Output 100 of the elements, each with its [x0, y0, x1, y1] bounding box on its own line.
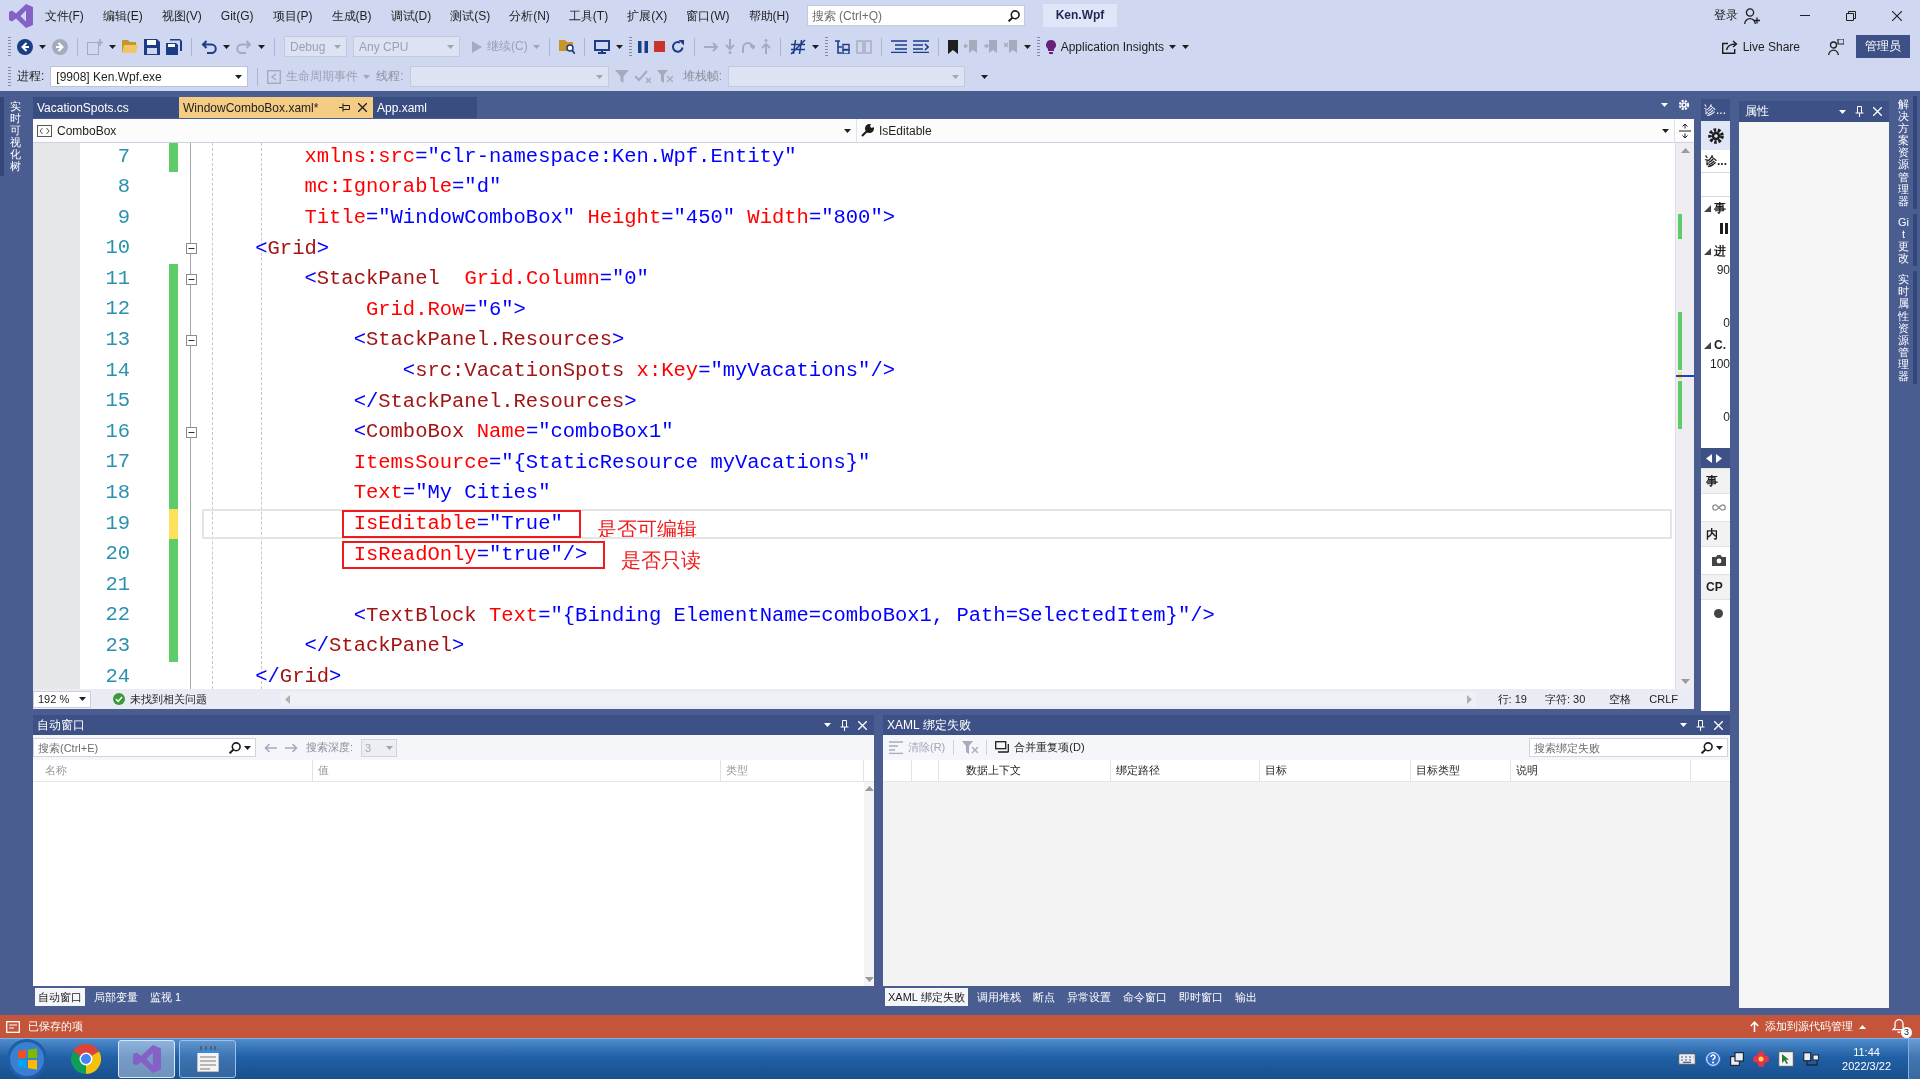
indent-icon[interactable] [890, 40, 907, 53]
side-tab[interactable]: 实时可视化树 [0, 97, 29, 176]
menu-item[interactable]: 窗口(W) [676, 5, 739, 26]
scroll-right-icon[interactable] [1716, 453, 1722, 463]
monitor-icon[interactable] [593, 39, 610, 54]
person-icon[interactable] [1828, 38, 1844, 55]
search-field[interactable]: 搜索(Ctrl+E) [33, 738, 256, 757]
back-icon[interactable] [17, 38, 33, 55]
column-header[interactable]: 数据上下文 [939, 760, 1111, 781]
side-tab[interactable]: Git 更改 [1891, 213, 1917, 267]
grip-icon[interactable] [628, 36, 632, 57]
tree-icon[interactable] [833, 39, 850, 54]
scope-dropdown[interactable]: ComboBox [33, 119, 857, 142]
caret-icon[interactable] [223, 44, 230, 49]
start-button-icon[interactable] [7, 1039, 47, 1079]
application-insights-button[interactable]: Application Insights [1045, 39, 1177, 54]
cursor-icon[interactable] [1778, 1051, 1795, 1067]
dropdown-arrow-icon[interactable] [824, 723, 831, 727]
menu-item[interactable]: 文件(F) [35, 5, 94, 26]
stop-icon[interactable] [653, 41, 665, 52]
column-header[interactable]: 说明 [1511, 760, 1691, 781]
camera-icon[interactable] [1711, 555, 1726, 566]
undo-icon[interactable] [201, 39, 217, 54]
side-tab[interactable]: 实时属性资源管理器 [1891, 271, 1917, 385]
crossed-hash-icon[interactable] [789, 38, 806, 55]
fold-toggle-icon[interactable] [185, 273, 197, 285]
help-icon[interactable] [1705, 1051, 1722, 1067]
menu-item[interactable]: 扩展(X) [617, 5, 677, 26]
grip-icon[interactable] [8, 36, 11, 57]
dropdown-arrow-icon[interactable] [1680, 723, 1687, 727]
search-field[interactable]: 搜索 (Ctrl+Q) [806, 5, 1025, 26]
outdent-icon[interactable] [912, 40, 929, 53]
tool-tab[interactable]: 内 [1701, 521, 1730, 547]
line-ending-indicator[interactable]: CRLF [1649, 693, 1678, 705]
dropdown-arrow-icon[interactable] [1839, 109, 1846, 114]
fold-toggle-icon[interactable] [185, 243, 197, 255]
grip-icon[interactable] [8, 66, 11, 87]
menu-item[interactable]: 工具(T) [559, 5, 618, 26]
tab-list-icon[interactable] [1661, 102, 1668, 107]
close-icon[interactable] [358, 103, 367, 112]
scroll-up-icon[interactable] [864, 786, 874, 791]
pin-icon[interactable] [339, 103, 350, 112]
source-control-button[interactable]: 添加到源代码管理 [1750, 1019, 1866, 1034]
network-icon[interactable] [1803, 1051, 1820, 1067]
save-icon[interactable] [144, 38, 160, 55]
merge-duplicates-button[interactable]: 合并重复项(D) [995, 740, 1085, 755]
menu-item[interactable]: 视图(V) [152, 5, 212, 26]
column-header[interactable]: 目标类型 [1411, 760, 1511, 781]
search-field[interactable]: 搜索绑定失败 [1529, 738, 1728, 757]
menu-item[interactable]: 帮助(H) [739, 5, 799, 26]
process-dropdown[interactable]: [9908] Ken.Wpf.exe [50, 66, 249, 87]
caret-icon[interactable] [39, 44, 46, 49]
grip-icon[interactable] [1036, 36, 1040, 57]
expander-icon[interactable] [1704, 204, 1711, 212]
document-tab[interactable]: VacationSpots.cs [33, 97, 179, 118]
menu-item[interactable]: 分析(N) [499, 5, 560, 26]
tool-tab[interactable]: CP [1701, 574, 1730, 600]
document-tab[interactable]: WindowComboBox.xaml* [179, 97, 373, 118]
taskbar-button[interactable] [179, 1040, 236, 1078]
column-header[interactable]: 绑定路径 [1111, 760, 1260, 781]
pause-icon[interactable] [637, 40, 648, 53]
check-cross-icon[interactable] [634, 70, 651, 83]
notification-icon[interactable] [1892, 1019, 1906, 1034]
document-tab[interactable]: App.xaml [373, 97, 477, 118]
flower-icon[interactable] [1753, 1051, 1770, 1067]
menu-item[interactable]: 生成(B) [322, 5, 381, 26]
infinity-icon[interactable] [1711, 504, 1726, 511]
panel-tab[interactable]: 局部变量 [91, 988, 141, 1006]
caret-icon[interactable] [615, 44, 623, 49]
indentation-indicator[interactable]: 空格 [1609, 691, 1632, 707]
overlapping-squares-icon[interactable] [1730, 1052, 1745, 1066]
panel-tab[interactable]: 自动窗口 [35, 988, 85, 1006]
panel-tab[interactable]: XAML 绑定失败 [885, 988, 968, 1006]
scroll-down-icon[interactable] [864, 977, 874, 982]
settings-icon[interactable] [1708, 127, 1724, 144]
menu-item[interactable]: 调试(D) [381, 5, 441, 26]
menu-item[interactable]: 编辑(E) [93, 5, 153, 26]
fold-toggle-icon[interactable] [185, 426, 197, 438]
overflow-icon[interactable] [981, 74, 989, 79]
vertical-scrollbar[interactable] [864, 782, 874, 986]
menu-item[interactable]: Git(G) [211, 5, 263, 26]
expander-icon[interactable] [1704, 341, 1711, 349]
folder-search-icon[interactable] [558, 39, 575, 54]
dot-icon[interactable] [1714, 609, 1723, 618]
caret-icon[interactable] [258, 44, 265, 49]
expander-icon[interactable] [1704, 247, 1711, 255]
caret-icon[interactable] [1023, 44, 1031, 49]
tool-tab[interactable]: 事 [1701, 468, 1730, 494]
bookmark-icon[interactable] [947, 39, 958, 54]
scroll-left-icon[interactable] [1706, 453, 1712, 463]
keyboard-icon[interactable] [1678, 1053, 1697, 1065]
restart-icon[interactable] [670, 39, 685, 54]
menu-item[interactable]: 项目(P) [263, 5, 322, 26]
fold-toggle-icon[interactable] [185, 334, 197, 346]
grip-icon[interactable] [824, 36, 828, 57]
pause-icon[interactable] [1720, 222, 1728, 234]
column-header[interactable]: 目标 [1260, 760, 1411, 781]
zoom-dropdown[interactable]: 192 % [33, 690, 91, 708]
caret-icon[interactable] [109, 44, 116, 49]
sign-in-button[interactable]: 登录 [1714, 7, 1760, 24]
